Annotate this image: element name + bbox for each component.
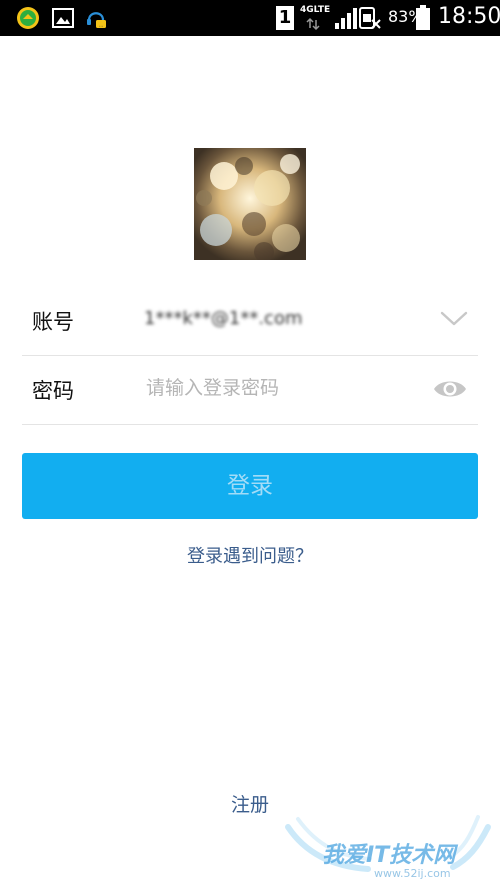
password-divider [22,424,478,425]
login-problem-link[interactable]: 登录遇到问题？ [0,542,500,568]
app-notification-icon [16,6,40,30]
svg-text:...: ... [99,23,104,29]
signal-strength-icon [334,6,358,34]
account-label: 账号 [32,310,74,334]
password-input[interactable]: 请输入登录密码 [146,373,279,400]
login-button[interactable]: 登录 [22,453,478,519]
status-bar: ... 1 4GLTE 83% 18:50 [0,0,500,36]
site-watermark: 我爱IT技术网 www.52ij.com [278,797,498,887]
show-password-eye-icon[interactable] [433,377,467,405]
password-label: 密码 [32,379,74,403]
gallery-notification-icon [51,6,75,30]
watermark-url: www.52ij.com [374,867,451,880]
clock-time: 18:50 [438,4,500,29]
network-type-label: 4GLTE [300,5,331,15]
watermark-title: 我爱IT技术网 [322,843,456,868]
sim-slot-indicator: 1 [276,6,294,30]
account-dropdown-chevron-icon[interactable] [440,311,468,331]
sim-no-signal-icon [358,6,382,34]
battery-icon [415,5,431,35]
account-input[interactable]: 1***k**@1**.com [144,308,303,329]
user-avatar[interactable] [194,148,306,260]
password-row: 密码 请输入登录密码 [22,356,478,424]
login-screen: ... 1 4GLTE 83% 18:50 账号 1***k**@1**.com… [0,0,500,889]
qq-notification-icon: ... [84,6,108,30]
account-row: 账号 1***k**@1**.com [22,287,478,355]
data-transfer-icon [306,16,320,35]
